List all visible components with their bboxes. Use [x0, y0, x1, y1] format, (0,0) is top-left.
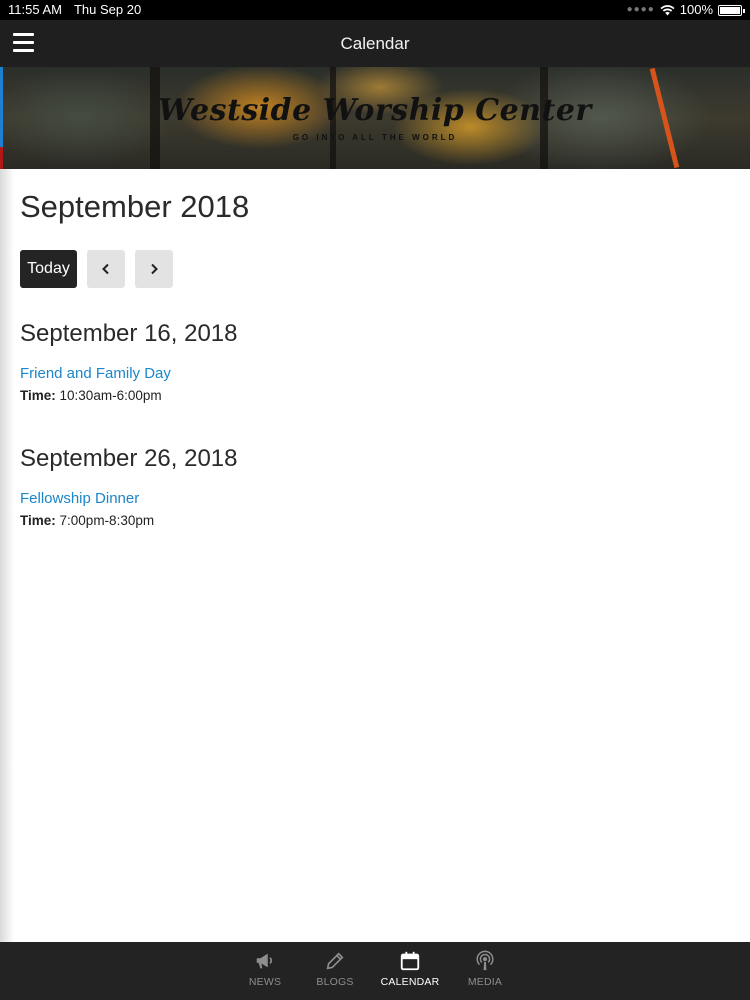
megaphone-icon	[256, 953, 273, 969]
banner-logo-title: Westside Worship Center	[158, 93, 592, 128]
day-block: September 26, 2018 Fellowship Dinner Tim…	[20, 445, 730, 528]
tab-blogs[interactable]: BLOGS	[307, 942, 363, 1000]
pencil-icon	[326, 952, 344, 970]
event-time-value: 7:00pm-8:30pm	[59, 513, 155, 528]
calendar-content: September 2018 Today September 16, 2018 …	[20, 169, 730, 528]
chevron-left-icon	[102, 263, 109, 275]
event-link[interactable]: Friend and Family Day	[20, 365, 730, 382]
battery-percent: 100%	[679, 2, 713, 17]
calendar-icon	[400, 951, 420, 971]
event-time: Time: 10:30am-6:00pm	[20, 388, 730, 403]
tab-label: MEDIA	[467, 976, 503, 988]
top-nav: Calendar	[0, 20, 750, 67]
day-date: September 26, 2018	[20, 445, 238, 472]
tab-label: BLOGS	[316, 976, 354, 988]
calendar-controls: Today	[20, 250, 730, 288]
tab-news[interactable]: NEWS	[237, 942, 293, 1000]
event-time: Time: 7:00pm-8:30pm	[20, 513, 730, 528]
tab-media[interactable]: MEDIA	[457, 942, 513, 1000]
signal-icon: ●●●●	[626, 4, 655, 15]
banner-edge	[0, 147, 3, 169]
event-time-value: 10:30am-6:00pm	[59, 388, 162, 403]
next-month-button[interactable]	[135, 250, 173, 288]
chevron-right-icon	[151, 263, 158, 275]
banner-logo-subtitle: GO INTO ALL THE WORLD	[292, 133, 458, 142]
tab-label: NEWS	[248, 976, 282, 988]
bottom-tab-bar: NEWS BLOGS CALENDAR MEDIA	[0, 942, 750, 1000]
tab-calendar[interactable]: CALENDAR	[377, 942, 443, 1000]
status-time: 11:55 AM	[8, 2, 62, 17]
event-time-label: Time:	[20, 513, 56, 528]
church-banner: Westside Worship Center GO INTO ALL THE …	[0, 67, 750, 169]
page-title: Calendar	[340, 33, 410, 53]
day-block: September 16, 2018 Friend and Family Day…	[20, 320, 730, 403]
prev-month-button[interactable]	[87, 250, 125, 288]
menu-icon[interactable]	[13, 33, 34, 52]
podcast-icon	[476, 950, 494, 971]
edge-shadow	[0, 169, 14, 942]
today-button[interactable]: Today	[20, 250, 77, 288]
wifi-icon	[660, 5, 675, 16]
event-link[interactable]: Fellowship Dinner	[20, 490, 730, 507]
status-right: ●●●● 100%	[626, 0, 745, 20]
battery-icon	[718, 4, 745, 16]
status-bar: 11:55 AM Thu Sep 20 ●●●● 100%	[0, 0, 750, 20]
month-title: September 2018	[20, 189, 250, 224]
day-date: September 16, 2018	[20, 320, 238, 347]
tab-label: CALENDAR	[380, 976, 440, 988]
event-time-label: Time:	[20, 388, 56, 403]
status-date: Thu Sep 20	[73, 2, 142, 17]
